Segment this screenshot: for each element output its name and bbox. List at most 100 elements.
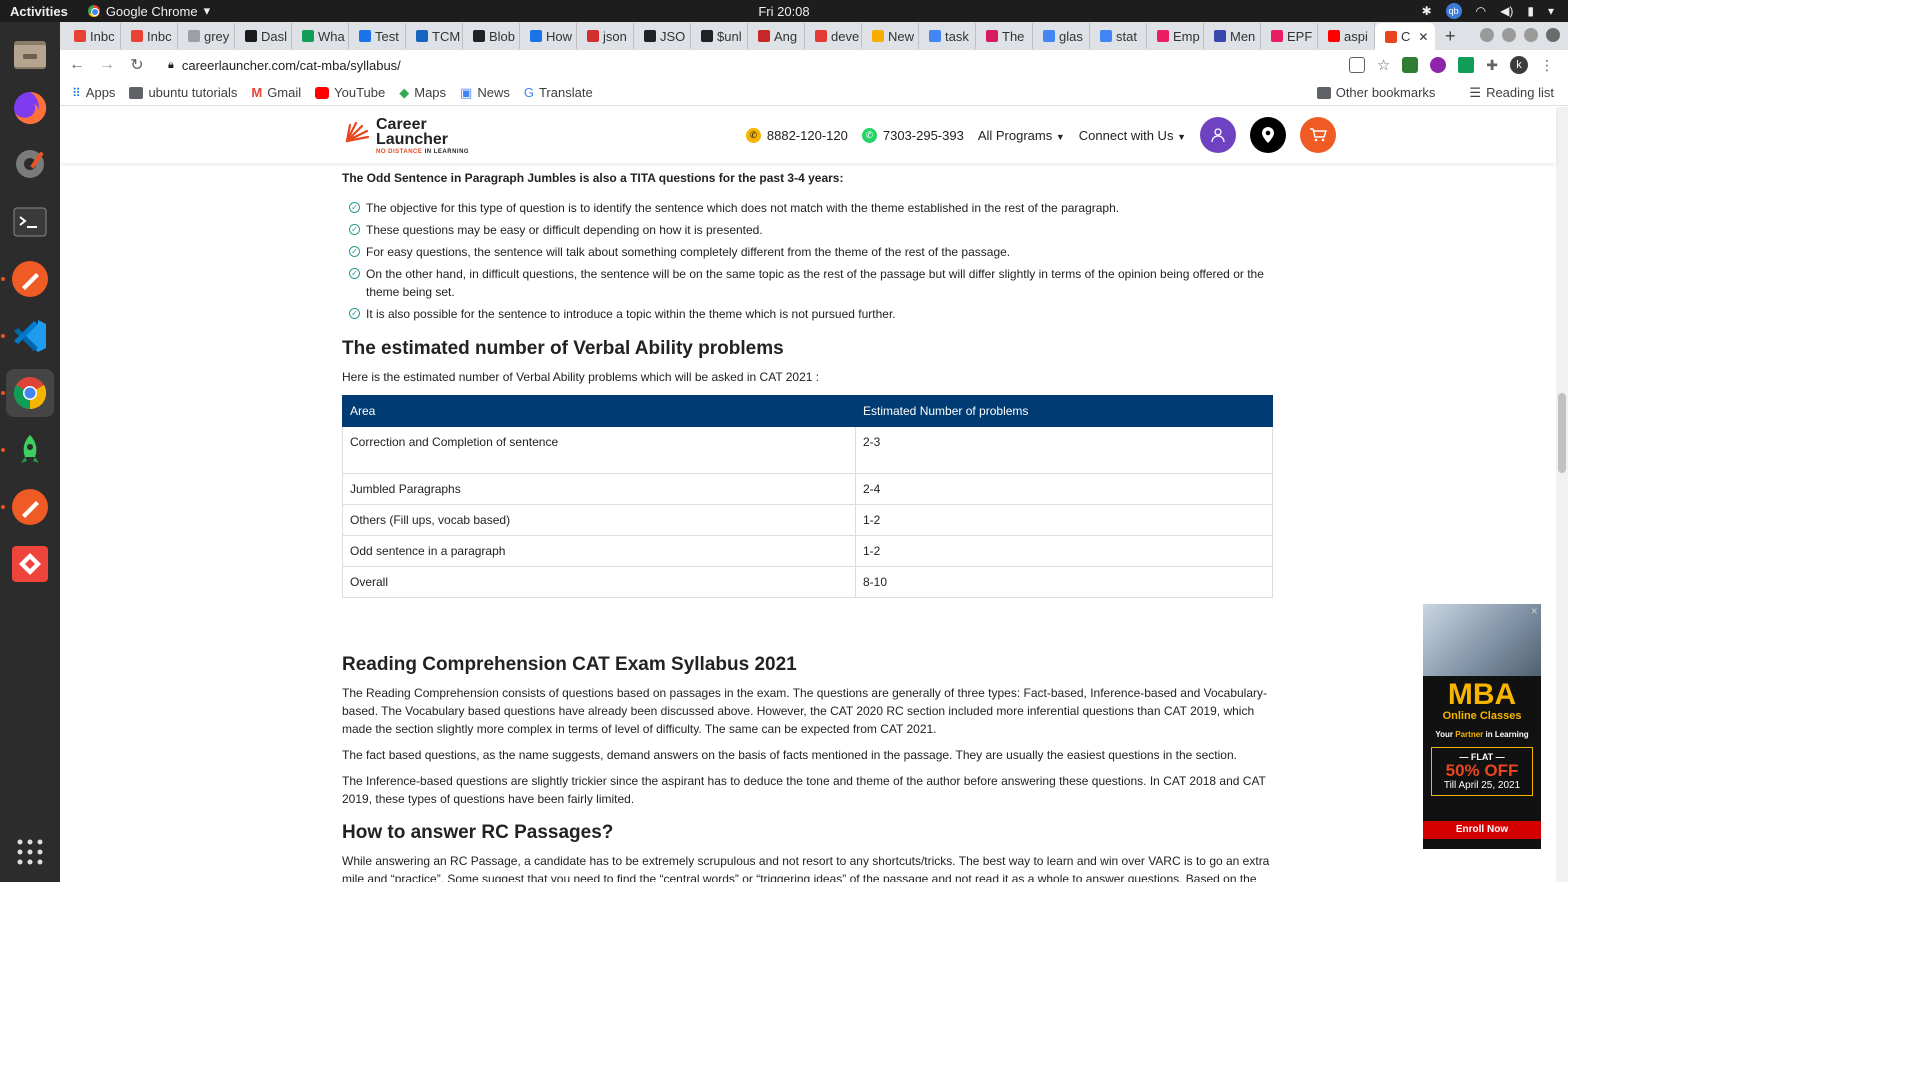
browser-tab[interactable]: Inbc [121, 23, 178, 49]
site-header: Career Launcher NO DISTANCE IN LEARNING … [60, 107, 1556, 163]
list-item-text: It is also possible for the sentence to … [366, 307, 896, 321]
new-tab-button[interactable]: + [1445, 26, 1456, 47]
browser-tab[interactable]: $unl [691, 23, 748, 49]
activities-button[interactable]: Activities [10, 4, 68, 19]
page-scrollbar[interactable] [1556, 107, 1568, 882]
chrome-icon[interactable] [1, 369, 54, 417]
dock [0, 22, 60, 882]
maximize-icon[interactable] [1524, 28, 1538, 42]
vscode-icon[interactable] [1, 312, 54, 360]
settings-icon[interactable] [6, 140, 54, 188]
bookmark-news[interactable]: ▣ News [460, 85, 510, 101]
extension-sg-icon[interactable] [1458, 57, 1475, 73]
phone-link-1[interactable]: ✆ 8882-120-120 [745, 127, 848, 143]
rc-heading: Reading Comprehension CAT Exam Syllabus … [342, 654, 797, 675]
tab-search-icon[interactable] [1480, 28, 1494, 42]
reload-icon[interactable]: ↻ [124, 55, 150, 75]
browser-tab[interactable]: grey [178, 23, 235, 49]
browser-tab[interactable]: Test [349, 23, 406, 49]
browser-tab[interactable]: New [862, 23, 919, 49]
forward-icon[interactable]: → [94, 56, 120, 74]
browser-tab[interactable]: glas [1033, 23, 1090, 49]
bookmark-star-icon[interactable]: ☆ [1377, 56, 1390, 74]
browser-tab[interactable]: Ang [748, 23, 805, 49]
browser-tab[interactable]: JSO [634, 23, 691, 49]
extension-purple-icon[interactable] [1430, 57, 1447, 73]
browser-tab[interactable]: TCM [406, 23, 463, 49]
minimize-icon[interactable] [1502, 28, 1516, 42]
browser-tab[interactable]: Dasl [235, 23, 292, 49]
terminal-icon[interactable] [6, 198, 54, 246]
connect-menu[interactable]: Connect with Us ▼ [1079, 128, 1186, 143]
rocket-app-icon[interactable] [1, 426, 54, 474]
browser-tab[interactable]: task [919, 23, 976, 49]
close-window-icon[interactable] [1546, 28, 1560, 42]
table-header-row: Area Estimated Number of problems [342, 395, 1273, 427]
browser-tab[interactable]: EPF [1261, 23, 1318, 49]
firefox-icon[interactable] [6, 84, 54, 132]
back-icon[interactable]: ← [64, 56, 90, 74]
system-tray[interactable]: ✱ qb ◠ ◀) ▮ ▾ [1422, 3, 1554, 19]
browser-tab[interactable]: deve [805, 23, 862, 49]
reading-list-icon: ☰ [1469, 84, 1482, 100]
tab-label: Inbc [90, 28, 115, 44]
list-item-text: These questions may be easy or difficult… [366, 223, 763, 237]
battery-icon: ▮ [1527, 4, 1534, 18]
postman-icon[interactable] [1, 483, 54, 531]
tab-active[interactable]: C ✕ [1375, 23, 1435, 50]
area-cell: Overall [342, 566, 856, 598]
all-programs-menu[interactable]: All Programs ▼ [978, 128, 1065, 143]
cart-button[interactable] [1300, 117, 1336, 153]
table-row: Correction and Completion of sentence 2-3 [342, 426, 1273, 474]
browser-tab[interactable]: Wha [292, 23, 349, 49]
bookmark-translate[interactable]: G Translate [524, 85, 593, 100]
browser-tab[interactable]: aspi [1318, 23, 1375, 49]
bookmark-maps[interactable]: ◆ Maps [399, 85, 446, 101]
ad-title: MBA [1447, 678, 1517, 711]
howto-heading: How to answer RC Passages? [342, 822, 614, 843]
location-button[interactable] [1250, 117, 1286, 153]
bookmark-gmail[interactable]: M Gmail [251, 85, 301, 100]
clock[interactable]: Fri 20:08 [0, 4, 1568, 19]
files-icon[interactable] [6, 30, 54, 78]
scrollbar-thumb[interactable] [1558, 393, 1566, 473]
browser-tab[interactable]: The [976, 23, 1033, 49]
other-bookmarks[interactable]: Other bookmarks [1316, 85, 1435, 101]
estimate-cell: 1-2 [855, 504, 1273, 536]
app-menu[interactable]: Google Chrome ▾ [87, 3, 210, 19]
va-problems-table: Area Estimated Number of problems Correc… [342, 395, 1273, 598]
ad-close-icon[interactable]: ✕ [1530, 606, 1538, 617]
reading-list[interactable]: ☰ Reading list [1469, 85, 1554, 101]
mba-ad-banner[interactable]: ✕ MBA Online Classes Your Partner in Lea… [1423, 604, 1541, 849]
chrome-menu-icon[interactable]: ⋮ [1540, 57, 1554, 74]
address-bar[interactable]: 🔒︎ careerlauncher.com/cat-mba/syllabus/ [158, 52, 1328, 78]
browser-tab[interactable]: Emp [1147, 23, 1204, 49]
whatsapp-link[interactable]: ✆ 7303-295-393 [861, 127, 964, 143]
browser-tab[interactable]: json [577, 23, 634, 49]
extension-green-icon[interactable] [1402, 57, 1419, 73]
browser-tab[interactable]: Men [1204, 23, 1261, 49]
close-tab-icon[interactable]: ✕ [1418, 30, 1428, 44]
extensions-puzzle-icon[interactable]: ✚ [1486, 57, 1498, 74]
bookmark-apps[interactable]: ⠿ Apps [72, 85, 115, 100]
enroll-now-button[interactable]: Enroll Now [1423, 821, 1541, 839]
phone-number-1: 8882-120-120 [766, 127, 848, 143]
user-account-button[interactable] [1200, 117, 1236, 153]
browser-tab[interactable]: Inbc [64, 23, 121, 49]
career-launcher-logo[interactable]: Career Launcher NO DISTANCE IN LEARNING [342, 117, 469, 155]
site-permissions-icon[interactable] [1348, 57, 1365, 73]
url-text[interactable]: careerlauncher.com/cat-mba/syllabus/ [182, 58, 401, 73]
bookmark-youtube[interactable]: YouTube [315, 85, 385, 100]
profile-avatar[interactable]: k [1510, 56, 1528, 74]
tab-favicon-icon [245, 30, 257, 42]
user-indicator[interactable]: qb [1445, 3, 1462, 19]
browser-toolbar: ← → ↻ 🔒︎ careerlauncher.com/cat-mba/syll… [60, 50, 1568, 80]
browser-tab[interactable]: stat [1090, 23, 1147, 49]
anydesk-icon[interactable] [6, 540, 54, 588]
lock-icon[interactable]: 🔒︎ [168, 59, 174, 72]
show-applications-icon[interactable] [6, 828, 54, 876]
browser-tab[interactable]: How [520, 23, 577, 49]
bookmark-ubuntu-tutorials[interactable]: ubuntu tutorials [129, 85, 237, 100]
browser-tab[interactable]: Blob [463, 23, 520, 49]
postman-icon[interactable] [1, 255, 54, 303]
